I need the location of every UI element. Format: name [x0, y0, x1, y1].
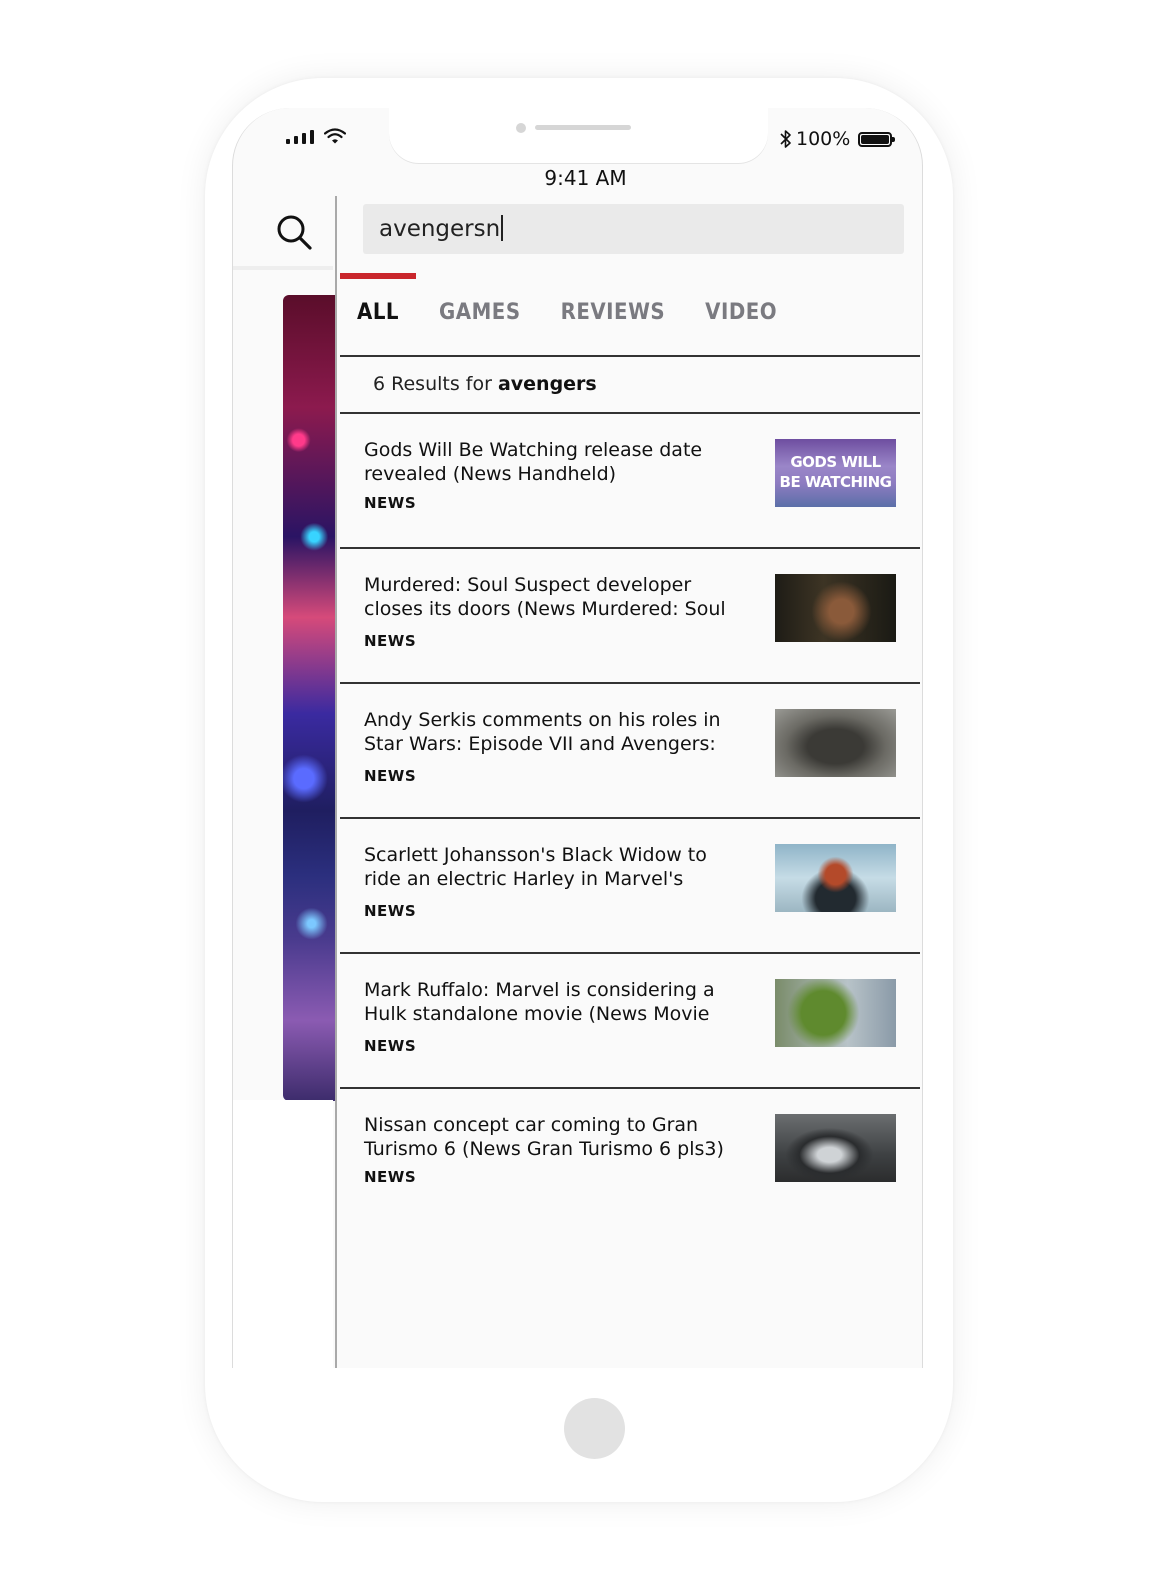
- tab-all[interactable]: ALL: [357, 300, 399, 325]
- result-thumbnail: [775, 979, 896, 1047]
- result-thumbnail: [775, 574, 896, 642]
- result-tag: NEWS: [364, 767, 417, 785]
- results-count-text: 6 Results for: [373, 373, 498, 395]
- result-tag: NEWS: [364, 494, 417, 512]
- camera-icon: [516, 123, 526, 133]
- signal-icon: [286, 139, 290, 144]
- divider: [340, 355, 920, 357]
- result-title: Murdered: Soul Suspect developer closes …: [364, 574, 726, 620]
- results-summary: 6 Results for avengers: [373, 373, 597, 395]
- search-icon[interactable]: [274, 212, 314, 252]
- tab-reviews[interactable]: REVIEWS: [561, 300, 666, 325]
- results-search-term: avengers: [497, 373, 597, 395]
- status-right: 100%: [780, 128, 896, 150]
- search-query-text: avengersn: [379, 216, 501, 242]
- result-tag: NEWS: [364, 1037, 417, 1055]
- result-item[interactable]: Andy Serkis comments on his roles in Sta…: [340, 684, 920, 818]
- result-title: Nissan concept car coming to Gran Turism…: [364, 1114, 724, 1160]
- result-thumbnail: GODS WILL BE WATCHING: [775, 439, 896, 507]
- signal-bar: [302, 133, 306, 144]
- text-caret: [501, 215, 504, 241]
- result-title: Mark Ruffalo: Marvel is considering a Hu…: [364, 979, 715, 1025]
- tab-video[interactable]: VIDEO: [705, 300, 777, 325]
- result-item[interactable]: Murdered: Soul Suspect developer closes …: [340, 549, 920, 683]
- result-title: Andy Serkis comments on his roles in Sta…: [364, 709, 721, 755]
- phone-notch: [389, 106, 768, 164]
- signal-bar: [294, 136, 298, 144]
- underlying-footer: [233, 1100, 333, 1368]
- result-tag: NEWS: [364, 902, 417, 920]
- thumbnail-text: GODS WILL: [790, 453, 881, 471]
- background-hero-image: [283, 295, 335, 1101]
- status-time: 9:41 AM: [544, 166, 627, 190]
- result-tabs: ALL GAMES REVIEWS VIDEO: [357, 300, 817, 325]
- result-tag: NEWS: [364, 632, 417, 650]
- signal-bar: [310, 130, 314, 144]
- tab-games[interactable]: GAMES: [439, 300, 521, 325]
- search-input-value: avengersn: [379, 215, 504, 242]
- result-title: Scarlett Johansson's Black Widow to ride…: [364, 844, 707, 890]
- bluetooth-icon: [780, 130, 791, 148]
- result-tag: NEWS: [364, 1168, 417, 1186]
- result-title: Gods Will Be Watching release date revea…: [364, 439, 703, 485]
- active-tab-indicator: [340, 273, 416, 279]
- result-thumbnail: [775, 709, 896, 777]
- search-input[interactable]: avengersn: [363, 204, 904, 254]
- result-thumbnail: [775, 1114, 896, 1182]
- battery-icon: [858, 131, 896, 147]
- home-button[interactable]: [564, 1398, 625, 1459]
- result-thumbnail: [775, 844, 896, 912]
- battery-percent: 100%: [796, 128, 851, 150]
- speaker-icon: [535, 125, 631, 130]
- thumbnail-text: BE WATCHING: [779, 473, 892, 491]
- status-left: [286, 128, 346, 144]
- result-item[interactable]: Gods Will Be Watching release date revea…: [340, 414, 920, 548]
- result-item[interactable]: Nissan concept car coming to Gran Turism…: [340, 1089, 920, 1223]
- wifi-icon: [324, 128, 346, 144]
- result-item[interactable]: Mark Ruffalo: Marvel is considering a Hu…: [340, 954, 920, 1088]
- result-item[interactable]: Scarlett Johansson's Black Widow to ride…: [340, 819, 920, 953]
